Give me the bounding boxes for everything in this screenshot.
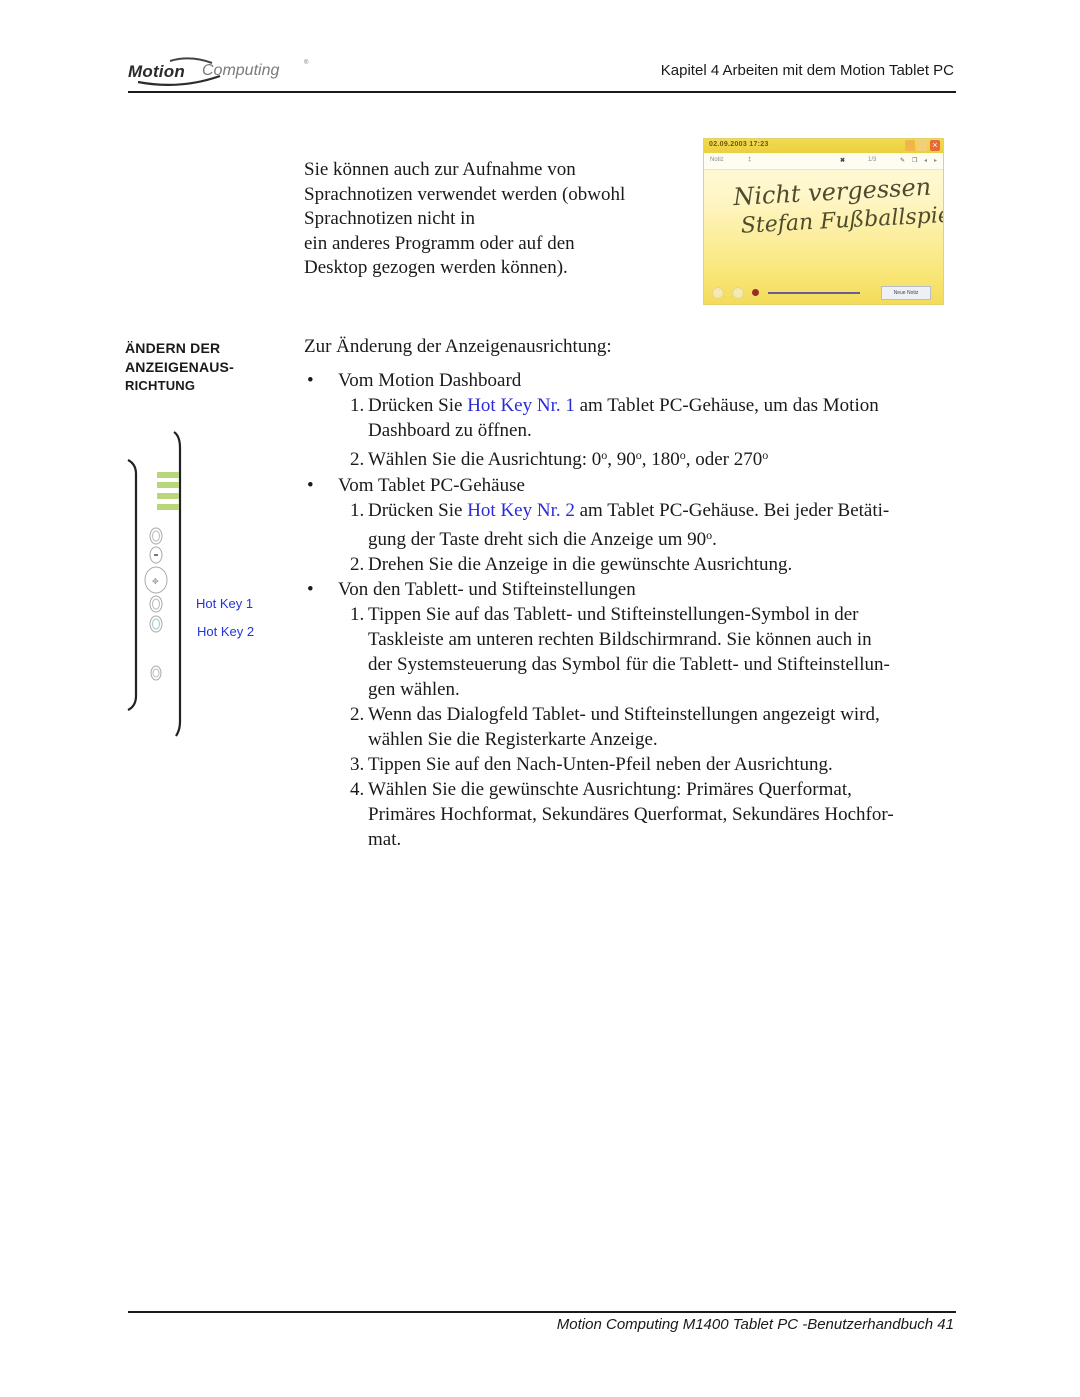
- section-title: Vom Tablet PC-Gehäuse: [338, 475, 525, 496]
- svg-text:✥: ✥: [152, 577, 159, 586]
- section-title: Vom Motion Dashboard: [338, 370, 522, 391]
- step-text: Taskleiste am unteren rechten Bildschirm…: [368, 629, 872, 650]
- step-number: 2.: [350, 554, 365, 575]
- indicator-light: [157, 493, 179, 499]
- section-title: Von den Tablett- und Stifteinstellungen: [338, 579, 636, 600]
- step-number: 1.: [350, 395, 365, 416]
- step-text: Drücken Sie Hot Key Nr. 1 am Tablet PC-G…: [368, 395, 879, 416]
- indicator-light: [157, 482, 179, 488]
- note-titlebar: 02.09.2003 17:23 ×: [704, 139, 943, 153]
- close-button: ×: [930, 140, 940, 151]
- intro-line: Sie können auch zur Aufnahme von: [304, 159, 576, 180]
- minimize-button: [905, 140, 915, 151]
- step-text: Wählen Sie die Ausrichtung: 0o, 90o, 180…: [368, 448, 769, 470]
- play-icon: [712, 287, 724, 299]
- logo-computing-text: Computing: [202, 62, 280, 79]
- footer-divider: [128, 1311, 956, 1313]
- pen-icon: ✎: [900, 158, 906, 164]
- hotkey-1-link[interactable]: Hot Key Nr. 1: [467, 395, 575, 416]
- step-text: der Systemsteuerung das Symbol für die T…: [368, 654, 890, 675]
- step-text: Drehen Sie die Anzeige in die gewünschte…: [368, 554, 793, 575]
- instructions-intro: Zur Änderung der Anzeigenausrichtung:: [304, 336, 612, 357]
- step-text: Tippen Sie auf das Tablett- und Stiftein…: [368, 604, 859, 625]
- note-toolbar: Notiz ‡ ✖ 1/3 ✎ ❐ ◂ ▸: [704, 153, 943, 170]
- handwritten-note: Nicht vergessen Stefan Fußballspiel!: [733, 171, 943, 241]
- step-number: 2.: [350, 704, 365, 725]
- new-note-button: Neue Notiz: [881, 286, 931, 300]
- indicator-light: [157, 472, 179, 478]
- intro-paragraph: Sie können auch zur Aufnahme von Sprachn…: [304, 158, 684, 281]
- step-number: 2.: [350, 449, 365, 470]
- delete-icon: ✖: [840, 158, 846, 164]
- heading-line: RICHTUNG: [125, 378, 196, 393]
- tablet-outline-icon: ✥: [127, 431, 182, 737]
- bullet: •: [307, 475, 314, 496]
- step-text: Wählen Sie die gewünschte Ausrichtung: P…: [368, 779, 852, 800]
- intro-line: Desktop gezogen werden können).: [304, 257, 568, 278]
- note-audio-controls: Neue Notiz: [704, 282, 943, 304]
- step-number: 1.: [350, 604, 365, 625]
- indicator-light: [157, 504, 179, 510]
- note-title: 02.09.2003 17:23: [709, 141, 769, 148]
- intro-line: Sprachnotizen verwendet werden (obwohl: [304, 183, 626, 205]
- logo-motion-text: Motion: [128, 62, 185, 81]
- next-icon: ▸: [934, 158, 938, 164]
- maximize-button: [917, 140, 927, 151]
- sticky-note-screenshot: 02.09.2003 17:23 × Notiz ‡ ✖ 1/3 ✎ ❐ ◂ ▸…: [703, 138, 944, 305]
- step-text: Tippen Sie auf den Nach-Unten-Pfeil nebe…: [368, 754, 833, 775]
- step-number: 1.: [350, 500, 365, 521]
- step-text: gung der Taste dreht sich die Anzeige um…: [368, 528, 717, 550]
- bullet: •: [307, 579, 314, 600]
- record-icon: [752, 289, 759, 296]
- motion-computing-logo: Motion Computing ®: [128, 56, 318, 86]
- intro-line: Sprachnotizen nicht in: [304, 208, 475, 229]
- tablet-edge-illustration: ✥: [124, 430, 264, 740]
- hotkey-2-link[interactable]: Hot Key Nr. 2: [467, 500, 575, 521]
- step-number: 4.: [350, 779, 365, 800]
- registered-mark: ®: [304, 60, 309, 66]
- toolbar-label: Notiz: [710, 157, 724, 163]
- bullet: •: [307, 370, 314, 391]
- footer-page-label: Motion Computing M1400 Tablet PC -Benutz…: [556, 1316, 954, 1333]
- step-text: wählen Sie die Registerkarte Anzeige.: [368, 729, 658, 750]
- heading-line: ANZEIGENAUS-: [125, 359, 234, 375]
- audio-progress-track: [768, 292, 860, 294]
- step-text: mat.: [368, 829, 402, 850]
- page-indicator: 1/3: [868, 157, 877, 163]
- section-heading: ÄNDERN DER ANZEIGENAUS- RICHTUNG: [125, 339, 234, 395]
- chapter-title: Kapitel 4 Arbeiten mit dem Motion Tablet…: [660, 62, 954, 79]
- hotkey-2-label: Hot Key 2: [197, 624, 255, 639]
- intro-line: ein anderes Programm oder auf den: [304, 232, 575, 254]
- step-text: Primäres Hochformat, Sekundäres Querform…: [368, 804, 894, 825]
- heading-line: ÄNDERN DER: [125, 340, 221, 356]
- step-text: Dashboard zu öffnen.: [368, 420, 532, 441]
- step-text: Drücken Sie Hot Key Nr. 2 am Tablet PC-G…: [368, 500, 890, 521]
- step-text: Wenn das Dialogfeld Tablet- und Stiftein…: [368, 704, 880, 725]
- header-divider: [128, 91, 956, 93]
- copy-icon: ❐: [912, 158, 918, 164]
- stop-icon: [732, 287, 744, 299]
- pin-icon: ‡: [748, 157, 752, 163]
- hotkey-1-label: Hot Key 1: [196, 596, 254, 611]
- step-number: 3.: [350, 754, 365, 775]
- prev-icon: ◂: [924, 158, 928, 164]
- step-text: gen wählen.: [368, 679, 460, 700]
